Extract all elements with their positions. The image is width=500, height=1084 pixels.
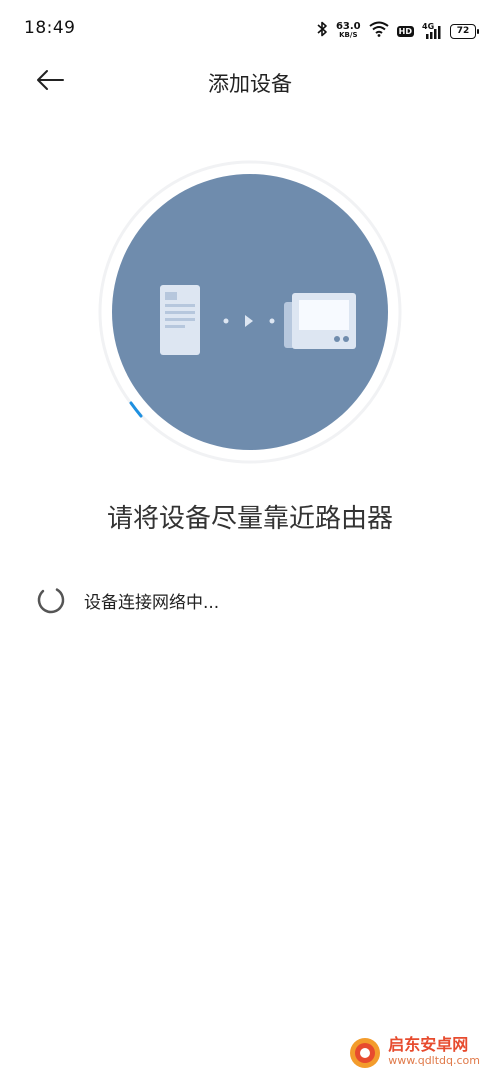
status-bar: 18:49 63.0 KB/S HD 4G 72 <box>0 0 500 56</box>
watermark: 启东安卓网 www.qdltdq.com <box>348 1036 480 1070</box>
net-speed: 63.0 KB/S <box>336 22 361 40</box>
status-icons: 63.0 KB/S HD 4G 72 <box>316 20 479 42</box>
bluetooth-icon <box>316 20 328 42</box>
loading-spinner-icon <box>36 585 66 615</box>
hd-icon: HD <box>396 25 414 37</box>
status-time: 18:49 <box>24 18 76 38</box>
device-screen-icon <box>284 293 356 349</box>
watermark-name: 启东安卓网 <box>388 1035 469 1054</box>
hint-text: 请将设备尽量靠近路由器 <box>106 504 393 534</box>
connection-status-text: 设备连接网络中... <box>84 592 220 613</box>
header: 添加设备 <box>0 56 500 108</box>
watermark-url: www.qdltdq.com <box>388 1054 480 1067</box>
net-speed-unit: KB/S <box>339 31 358 39</box>
battery-icon: 72 <box>450 23 479 39</box>
watermark-text: 启东安卓网 www.qdltdq.com <box>388 1037 480 1069</box>
wifi-icon <box>369 21 389 41</box>
signal-icon: 4G <box>422 22 442 40</box>
phone-icon <box>160 285 200 355</box>
connection-illustration <box>98 160 402 464</box>
watermark-logo-icon <box>348 1036 382 1070</box>
connection-status: 设备连接网络中... <box>36 584 219 616</box>
net-speed-value: 63.0 <box>335 21 361 32</box>
page-title: 添加设备 <box>208 72 292 96</box>
